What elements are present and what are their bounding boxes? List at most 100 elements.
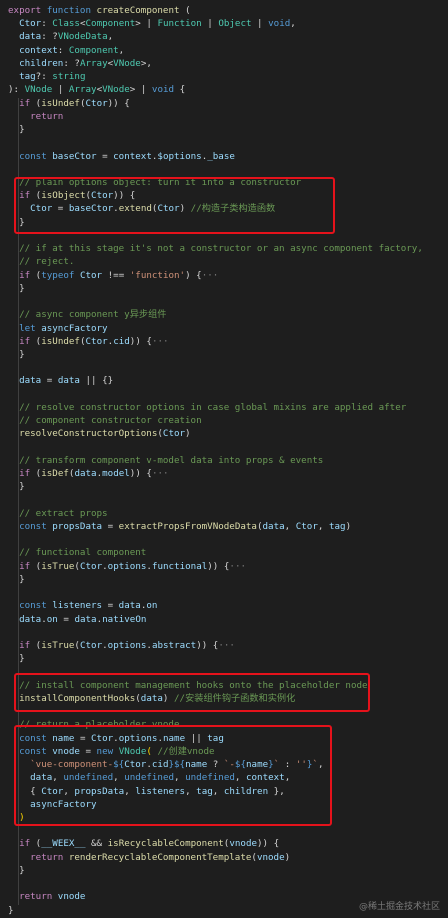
code-token: const	[8, 150, 53, 162]
code-token: string	[52, 71, 86, 83]
code-token: // extract props	[8, 507, 108, 519]
code-token: 'function'	[129, 269, 186, 281]
highlight-box-extend	[14, 177, 335, 234]
code-line: const propsData = extractPropsFromVNodeD…	[8, 521, 351, 533]
code-token: Array	[68, 84, 97, 96]
fold-ellipsis-icon[interactable]: ···	[218, 640, 235, 651]
code-line: if (isUndef(Ctor.cid)) {···	[8, 335, 169, 348]
code-token: abstract	[151, 640, 197, 652]
code-token: )	[345, 520, 352, 532]
code-token: cid	[113, 335, 130, 347]
code-line: }	[8, 124, 25, 136]
code-token: )) {	[129, 335, 152, 347]
code-token: &&	[85, 838, 108, 850]
code-line: }	[8, 283, 25, 295]
fold-ellipsis-icon[interactable]: ···	[202, 270, 219, 281]
code-token: Function	[157, 18, 202, 30]
code-token: isTrue	[41, 560, 75, 572]
code-line: // async component y异步组件	[8, 309, 166, 321]
code-token: VNode	[113, 57, 141, 69]
code-token: children	[8, 57, 64, 69]
code-token: asyncFactory	[41, 322, 108, 334]
code-token: __WEEX__	[41, 838, 86, 850]
code-line: children: ?Array<VNode>,	[8, 58, 152, 70]
code-token: =	[102, 600, 119, 612]
code-token: VNodeData	[57, 31, 108, 43]
code-token: Class	[52, 18, 80, 30]
highlight-box-create-vnode	[14, 725, 332, 826]
code-token: typeof	[41, 269, 80, 281]
code-token: >,	[140, 57, 152, 69]
code-token: if	[8, 269, 36, 281]
code-token: VNode	[24, 84, 53, 96]
code-token: functional	[151, 560, 208, 572]
code-token: data	[74, 613, 97, 625]
code-token: if	[8, 560, 36, 572]
code-token: =	[41, 375, 58, 387]
code-token: context	[113, 150, 152, 162]
code-line: export function createComponent (	[8, 5, 191, 17]
code-token: isTrue	[41, 640, 75, 652]
code-token: void	[151, 84, 175, 96]
code-token: createComponent	[96, 5, 180, 16]
fold-ellipsis-icon[interactable]: ···	[229, 561, 246, 572]
code-token: :	[57, 44, 69, 56]
code-line: return renderRecyclableComponentTemplate…	[8, 852, 290, 864]
code-token: const	[8, 600, 53, 612]
code-token: }	[8, 653, 25, 665]
code-token: isUndef	[41, 97, 80, 109]
code-token: :	[41, 18, 53, 30]
code-token: Ctor	[85, 335, 108, 347]
code-token: |	[201, 18, 219, 30]
code-token: // functional component	[8, 547, 147, 559]
code-token: )) {	[257, 838, 280, 850]
code-token: ,	[290, 18, 296, 30]
code-token: Ctor	[85, 97, 108, 109]
code-token: }	[8, 904, 14, 916]
code-line: data = data || {}	[8, 375, 113, 387]
code-token: vnode	[229, 838, 258, 850]
code-line: // transform component v-model data into…	[8, 455, 323, 467]
fold-ellipsis-icon[interactable]: ···	[152, 336, 169, 347]
code-token: context	[8, 44, 58, 56]
code-line: // if at this stage it's not a construct…	[8, 243, 423, 255]
code-token: |	[251, 18, 269, 30]
code-line: if (__WEEX__ && isRecyclableComponent(vn…	[8, 838, 279, 850]
code-line: Ctor: Class<Component> | Function | Obje…	[8, 18, 296, 30]
code-token: baseCtor	[52, 150, 97, 162]
code-token: ,	[118, 44, 125, 56]
code-token: : ?	[63, 57, 80, 69]
code-token: if	[8, 335, 36, 347]
code-line: }	[8, 905, 14, 917]
code-token: nativeOn	[102, 613, 147, 625]
code-line: let asyncFactory	[8, 323, 108, 335]
code-token: data	[8, 613, 42, 625]
code-token: }	[8, 573, 25, 585]
code-token: =	[57, 613, 75, 625]
code-token: }	[8, 864, 25, 876]
code-line: if (isUndef(Ctor)) {	[8, 98, 130, 110]
code-token: =	[96, 150, 114, 162]
code-token: options	[107, 560, 147, 572]
code-line: }	[8, 865, 25, 877]
code-token: on	[46, 613, 58, 625]
code-token: !==	[102, 269, 130, 281]
code-token: $options	[157, 150, 202, 162]
code-line: data: ?VNodeData,	[8, 31, 113, 43]
code-token: listeners	[52, 600, 103, 612]
code-token: Array	[79, 57, 108, 69]
code-token: )) {	[207, 560, 230, 572]
code-token: =	[102, 520, 119, 532]
code-token: if	[8, 468, 36, 480]
code-token: )	[185, 428, 191, 440]
code-line: tag?: string	[8, 71, 85, 83]
code-token: data	[74, 468, 97, 480]
fold-ellipsis-icon[interactable]: ···	[152, 468, 169, 479]
code-token: ):	[8, 84, 25, 96]
code-line: // extract props	[8, 508, 108, 520]
code-token: }	[8, 481, 25, 493]
code-line: if (isTrue(Ctor.options.abstract)) {···	[8, 640, 235, 652]
code-token: renderRecyclableComponentTemplate	[68, 851, 252, 863]
code-token: (	[179, 5, 191, 16]
code-line: return	[8, 111, 63, 123]
